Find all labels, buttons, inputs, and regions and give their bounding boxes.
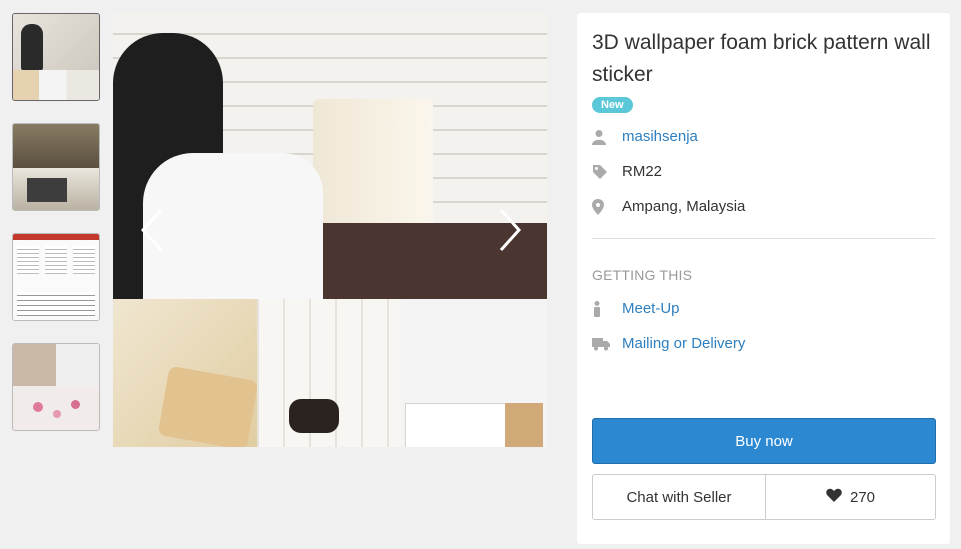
delivery-option[interactable]: Mailing or Delivery: [622, 335, 745, 352]
meetup-option[interactable]: Meet-Up: [622, 300, 680, 317]
tag-icon: [592, 164, 622, 180]
main-product-image: [113, 13, 547, 447]
thumbnail-3[interactable]: [12, 233, 100, 321]
like-button[interactable]: 270: [766, 475, 935, 519]
condition-badge: New: [592, 97, 633, 113]
user-icon: [592, 129, 622, 145]
getting-this-label: GETTING THIS: [592, 267, 693, 283]
chevron-left-icon: [140, 208, 163, 252]
heart-icon: [826, 488, 842, 506]
person-icon: [592, 300, 622, 317]
price-value: RM22: [622, 163, 663, 180]
buy-now-button[interactable]: Buy now: [592, 418, 936, 464]
chevron-right-icon: [499, 208, 522, 252]
next-image-button[interactable]: [493, 208, 523, 252]
truck-icon: [592, 337, 622, 351]
seller-row: masihsenja: [592, 119, 935, 154]
location-row: Ampang, Malaysia: [592, 189, 935, 224]
location-pin-icon: [592, 198, 622, 215]
thumbnail-4[interactable]: [12, 343, 100, 431]
location-value: Ampang, Malaysia: [622, 198, 746, 215]
listing-title: 3D wallpaper foam brick pattern wall sti…: [592, 31, 931, 86]
listing-detail-card: 3D wallpaper foam brick pattern wall sti…: [577, 13, 950, 544]
price-row: RM22: [592, 154, 935, 189]
thumbnail-2[interactable]: [12, 123, 100, 211]
seller-link[interactable]: masihsenja: [622, 128, 698, 145]
previous-image-button[interactable]: [139, 208, 169, 252]
thumbnail-1[interactable]: [12, 13, 100, 101]
secondary-actions: Chat with Seller 270: [592, 474, 936, 520]
divider: [592, 238, 935, 239]
delivery-row: Mailing or Delivery: [592, 326, 935, 361]
like-count: 270: [849, 488, 876, 506]
chat-with-seller-button[interactable]: Chat with Seller: [593, 475, 766, 519]
meetup-row: Meet-Up: [592, 291, 935, 326]
thumbnail-list: [12, 13, 100, 453]
